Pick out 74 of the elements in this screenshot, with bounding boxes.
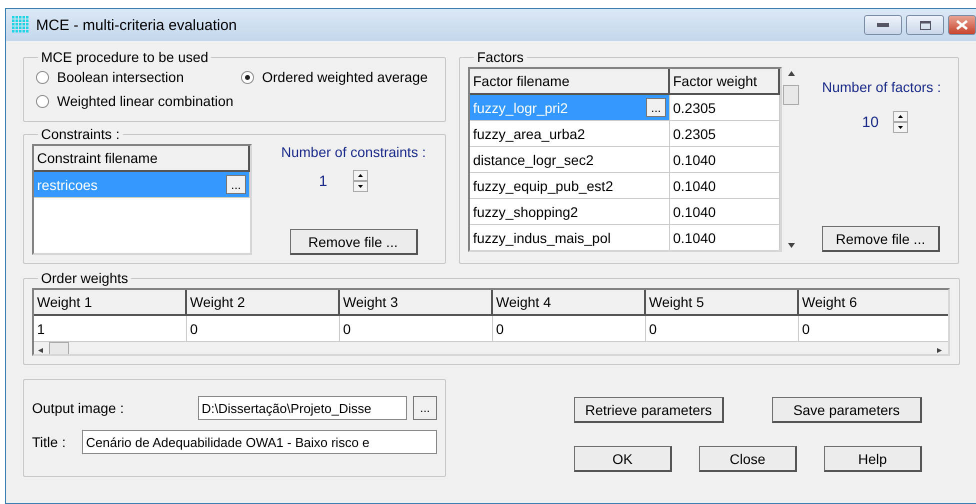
factors-count: 10	[862, 114, 879, 130]
maximize-icon	[920, 20, 930, 30]
column-header: Constraint filename	[34, 146, 250, 172]
browse-button[interactable]: ...	[646, 98, 666, 117]
radio-option[interactable]: Ordered weighted average	[241, 69, 433, 85]
constraints-count: 1	[318, 172, 328, 190]
table-cell[interactable]: 0	[493, 316, 646, 342]
factors-count-label: Number of factors :	[822, 79, 942, 95]
scroll-down-icon[interactable]	[788, 243, 794, 248]
up-arrow-icon	[358, 174, 364, 177]
table-cell: 0.1040	[670, 147, 780, 173]
group-title: Constraints :	[40, 126, 121, 142]
spin-up-button[interactable]	[892, 111, 908, 122]
app-icon	[12, 16, 30, 34]
scrollbar-thumb[interactable]	[783, 84, 799, 104]
table-cell[interactable]: 0	[646, 316, 799, 342]
close-icon	[956, 20, 968, 30]
scroll-right-icon[interactable]	[937, 348, 944, 352]
table-cell[interactable]: 0	[187, 316, 340, 342]
radio-option[interactable]: Weighted linear combination	[36, 93, 241, 109]
minimize-button[interactable]	[864, 15, 902, 35]
table-cell: 0.1040	[670, 173, 780, 199]
table-cell[interactable]: fuzzy_area_urba2	[470, 121, 670, 147]
table-cell: 0.2305	[670, 121, 780, 147]
title-field[interactable]: Cenário de Adequabilidade OWA1 - Baixo risco e	[82, 430, 437, 454]
close-button[interactable]	[948, 15, 976, 35]
group-title: MCE procedure to be used	[40, 49, 210, 65]
dialog-button[interactable]: Save parameters	[772, 397, 922, 423]
down-arrow-icon	[358, 185, 364, 188]
column-header: Weight 5	[646, 290, 799, 316]
dialog-button[interactable]: Retrieve parameters	[574, 397, 724, 423]
table-cell[interactable]: fuzzy_equip_pub_est2	[470, 173, 670, 199]
browse-button[interactable]: ...	[413, 396, 437, 420]
dialog-button[interactable]: Help	[824, 446, 922, 472]
table-cell[interactable]: 1	[34, 316, 187, 342]
scroll-left-icon[interactable]	[38, 348, 45, 352]
table-cell: 0.1040	[670, 199, 780, 225]
output-image-label: Output image :	[32, 400, 125, 416]
up-arrow-icon	[898, 115, 903, 118]
group-title: Factors	[476, 49, 525, 65]
constraints-count-label: Number of constraints :	[281, 144, 426, 160]
column-header: Weight 6	[799, 290, 948, 316]
remove-file-button[interactable]: Remove file ...	[822, 226, 940, 252]
column-header: Weight 3	[340, 290, 493, 316]
maximize-button[interactable]	[906, 15, 944, 35]
column-header: Factor weight	[670, 69, 780, 95]
horizontal-scrollbar[interactable]	[34, 342, 948, 354]
column-header: Weight 2	[187, 290, 340, 316]
scrollbar-thumb[interactable]	[49, 342, 69, 354]
remove-file-button[interactable]: Remove file ...	[290, 229, 418, 255]
title-label: Title :	[32, 434, 67, 450]
minimize-icon	[877, 23, 889, 27]
column-header: Factor filename	[470, 69, 670, 95]
dialog-button[interactable]: OK	[574, 446, 672, 472]
down-arrow-icon	[898, 126, 903, 129]
table-cell[interactable]: fuzzy_shopping2	[470, 199, 670, 225]
output-image-field[interactable]: D:\Dissertação\Projeto_Disse	[198, 396, 408, 420]
window-title: MCE - multi-criteria evaluation	[36, 16, 238, 34]
table-cell: 0.2305	[670, 95, 780, 121]
table-cell[interactable]: 0	[340, 316, 493, 342]
table-cell[interactable]: distance_logr_sec2	[470, 147, 670, 173]
spin-up-button[interactable]	[353, 170, 368, 181]
table-cell[interactable]: fuzzy_logr_pri2 ...	[470, 95, 670, 121]
column-header: Weight 1	[34, 290, 187, 316]
spin-down-button[interactable]	[353, 181, 368, 192]
scroll-up-icon[interactable]	[788, 71, 794, 76]
group-title: Order weights	[40, 270, 130, 286]
browse-button[interactable]: ...	[226, 175, 246, 194]
radio-option[interactable]: Boolean intersection	[36, 69, 241, 85]
column-header: Weight 4	[493, 290, 646, 316]
table-cell[interactable]: restricoes ...	[34, 172, 250, 198]
table-cell[interactable]: fuzzy_indus_mais_pol	[470, 225, 670, 250]
dialog-button[interactable]: Close	[699, 446, 797, 472]
spin-down-button[interactable]	[892, 122, 908, 133]
